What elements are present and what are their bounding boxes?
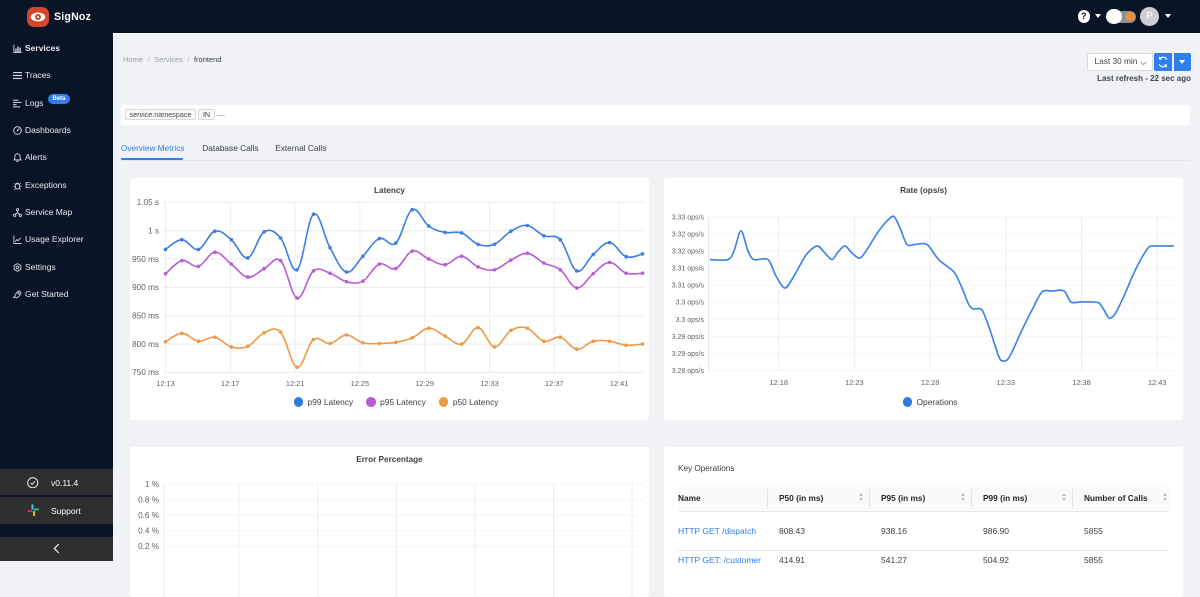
svg-text:12:23: 12:23 [845,378,864,387]
svg-text:12:33: 12:33 [997,378,1016,387]
svg-text:1.05 s: 1.05 s [137,198,159,207]
svg-text:850 ms: 850 ms [132,312,159,321]
svg-text:800 ms: 800 ms [132,340,159,349]
svg-text:3.3 ops/s: 3.3 ops/s [676,300,705,307]
svg-text:12:18: 12:18 [769,378,788,387]
svg-text:3.28 ops/s: 3.28 ops/s [672,368,705,375]
svg-text:0.8 %: 0.8 % [138,496,159,505]
svg-text:3.33 ops/s: 3.33 ops/s [672,215,705,222]
svg-text:12:41: 12:41 [610,379,629,388]
svg-text:12:25: 12:25 [351,379,370,388]
svg-text:12:43: 12:43 [1148,378,1167,387]
svg-text:12:29: 12:29 [415,379,434,388]
svg-text:12:37: 12:37 [545,379,564,388]
svg-text:12:28: 12:28 [921,378,940,387]
svg-text:3.29 ops/s: 3.29 ops/s [672,351,705,358]
svg-text:3.29 ops/s: 3.29 ops/s [672,334,705,341]
svg-text:1 %: 1 % [145,480,159,489]
svg-text:12:38: 12:38 [1072,378,1091,387]
svg-text:0.6 %: 0.6 % [138,511,159,520]
svg-text:12:17: 12:17 [221,379,240,388]
svg-text:950 ms: 950 ms [132,255,159,264]
svg-text:3.31 ops/s: 3.31 ops/s [672,283,705,290]
svg-text:1 s: 1 s [148,227,159,236]
svg-text:750 ms: 750 ms [132,368,159,377]
svg-text:900 ms: 900 ms [132,283,159,292]
svg-text:0.4 %: 0.4 % [138,527,159,536]
svg-text:3.3 ops/s: 3.3 ops/s [676,317,705,324]
svg-text:3.32 ops/s: 3.32 ops/s [672,232,705,239]
svg-text:3.31 ops/s: 3.31 ops/s [672,266,705,273]
svg-text:0.2 %: 0.2 % [138,542,159,551]
svg-text:12:33: 12:33 [480,379,499,388]
svg-text:12:13: 12:13 [156,379,175,388]
svg-text:3.32 ops/s: 3.32 ops/s [672,249,705,256]
svg-text:12:21: 12:21 [286,379,305,388]
